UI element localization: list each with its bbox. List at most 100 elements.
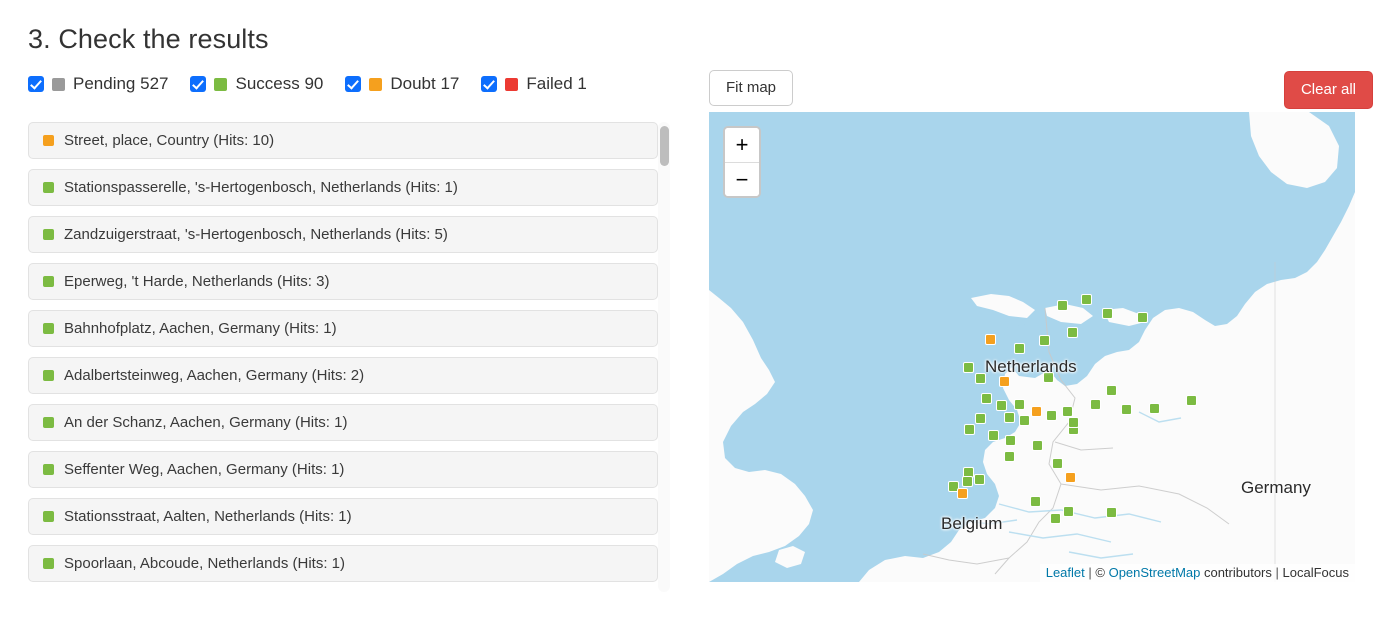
result-status-doubt-icon xyxy=(43,135,54,146)
result-label: Street, place, Country (Hits: 10) xyxy=(64,132,275,149)
result-label: Stationsstraat, Aalten, Netherlands (Hit… xyxy=(64,508,352,525)
map-marker-success[interactable] xyxy=(1067,327,1078,338)
page-title: 3. Check the results xyxy=(28,24,269,54)
map-canvas[interactable]: Netherlands Belgium Germany + − Leaflet | … xyxy=(709,112,1355,582)
fit-map-button[interactable]: Fit map xyxy=(709,70,794,106)
results-scrollbar-thumb[interactable] xyxy=(660,126,669,166)
map-zoom-control[interactable]: + − xyxy=(723,126,761,198)
result-status-success-icon xyxy=(43,370,54,381)
result-item[interactable]: Spoorlaan, Abcoude, Netherlands (Hits: 1… xyxy=(28,545,658,582)
map-marker-success[interactable] xyxy=(1014,399,1025,410)
map-landmass xyxy=(709,112,1355,582)
result-status-success-icon xyxy=(43,229,54,240)
result-item[interactable]: Seffenter Weg, Aachen, Germany (Hits: 1) xyxy=(28,451,658,488)
map-marker-doubt[interactable] xyxy=(999,376,1010,387)
legend-label-success: Success 90 xyxy=(235,74,324,93)
result-label: Bahnhofplatz, Aachen, Germany (Hits: 1) xyxy=(64,320,337,337)
result-label: Eperweg, 't Harde, Netherlands (Hits: 3) xyxy=(64,273,330,290)
map-marker-success[interactable] xyxy=(1039,335,1050,346)
map-marker-success[interactable] xyxy=(981,393,992,404)
map-marker-success[interactable] xyxy=(1019,415,1030,426)
map-marker-success[interactable] xyxy=(1063,506,1074,517)
swatch-success-icon xyxy=(214,77,228,91)
map-marker-success[interactable] xyxy=(1149,403,1160,414)
results-list-scroll[interactable]: Street, place, Country (Hits: 10) Station… xyxy=(28,122,678,592)
map-marker-success[interactable] xyxy=(1005,435,1016,446)
result-label: Stationspasserelle, 's-Hertogenbosch, Ne… xyxy=(64,179,458,196)
result-item[interactable]: Stationspasserelle, 's-Hertogenbosch, Ne… xyxy=(28,169,658,206)
checkbox-success[interactable] xyxy=(190,76,207,92)
result-status-success-icon xyxy=(43,464,54,475)
map-marker-success[interactable] xyxy=(964,424,975,435)
legend-item-pending[interactable]: Pending 527 xyxy=(28,74,168,94)
result-label: Spoorlaan, Abcoude, Netherlands (Hits: 1… xyxy=(64,555,345,572)
map-marker-success[interactable] xyxy=(1057,300,1068,311)
result-label: Adalbertsteinweg, Aachen, Germany (Hits:… xyxy=(64,367,365,384)
map-marker-doubt[interactable] xyxy=(1065,472,1076,483)
legend-item-doubt[interactable]: Doubt 17 xyxy=(345,74,459,94)
openstreetmap-link[interactable]: OpenStreetMap xyxy=(1109,565,1201,580)
result-item[interactable]: An der Schanz, Aachen, Germany (Hits: 1) xyxy=(28,404,658,441)
swatch-failed-icon xyxy=(505,77,519,91)
map-marker-success[interactable] xyxy=(1052,458,1063,469)
result-status-success-icon xyxy=(43,558,54,569)
map-marker-doubt[interactable] xyxy=(1031,406,1042,417)
result-item[interactable]: Street, place, Country (Hits: 10) xyxy=(28,122,658,159)
legend-item-success[interactable]: Success 90 xyxy=(190,74,323,94)
map-marker-success[interactable] xyxy=(1121,404,1132,415)
map-marker-success[interactable] xyxy=(1137,312,1148,323)
map-marker-success[interactable] xyxy=(1004,451,1015,462)
result-item[interactable]: Zandzuigerstraat, 's-Hertogenbosch, Neth… xyxy=(28,216,658,253)
map-marker-success[interactable] xyxy=(1046,410,1057,421)
zoom-out-button[interactable]: − xyxy=(725,162,759,196)
attribution-sep-2: | xyxy=(1271,565,1283,580)
leaflet-link[interactable]: Leaflet xyxy=(1046,565,1085,580)
results-page: 3. Check the results Pending 527 Success… xyxy=(0,0,1400,622)
result-item[interactable]: Eperweg, 't Harde, Netherlands (Hits: 3) xyxy=(28,263,658,300)
result-label: Seffenter Weg, Aachen, Germany (Hits: 1) xyxy=(64,461,345,478)
map-marker-success[interactable] xyxy=(1032,440,1043,451)
map-label-netherlands: Netherlands xyxy=(985,357,1077,376)
result-item[interactable]: Adalbertsteinweg, Aachen, Germany (Hits:… xyxy=(28,357,658,394)
legend-label-failed: Failed 1 xyxy=(526,74,587,93)
legend-label-pending: Pending 527 xyxy=(73,74,169,93)
map-marker-success[interactable] xyxy=(963,362,974,373)
result-item[interactable]: Bahnhofplatz, Aachen, Germany (Hits: 1) xyxy=(28,310,658,347)
checkbox-pending[interactable] xyxy=(28,76,44,92)
map-marker-success[interactable] xyxy=(1102,308,1113,319)
map-marker-success[interactable] xyxy=(988,430,999,441)
map-marker-success[interactable] xyxy=(996,400,1007,411)
map-marker-success[interactable] xyxy=(1030,496,1041,507)
map-marker-success[interactable] xyxy=(1090,399,1101,410)
map-marker-success[interactable] xyxy=(1186,395,1197,406)
legend-item-failed[interactable]: Failed 1 xyxy=(481,74,587,94)
map-label-germany: Germany xyxy=(1241,478,1311,497)
result-status-success-icon xyxy=(43,276,54,287)
map-marker-success[interactable] xyxy=(1050,513,1061,524)
map-marker-success[interactable] xyxy=(1004,412,1015,423)
map-marker-success[interactable] xyxy=(1106,507,1117,518)
page-bottom-spacer xyxy=(0,594,1400,622)
map-marker-success[interactable] xyxy=(962,476,973,487)
result-item[interactable]: Stationsstraat, Aalten, Netherlands (Hit… xyxy=(28,498,658,535)
map-marker-success[interactable] xyxy=(1062,406,1073,417)
checkbox-failed[interactable] xyxy=(481,76,498,92)
status-filter-legend: Pending 527 Success 90 Doubt 17 Failed 1 xyxy=(28,74,609,94)
map-marker-doubt[interactable] xyxy=(985,334,996,345)
map-marker-success[interactable] xyxy=(1081,294,1092,305)
results-scrollbar-track[interactable] xyxy=(658,122,670,592)
swatch-pending-icon xyxy=(52,77,65,91)
map-marker-success[interactable] xyxy=(1014,343,1025,354)
map-label-belgium: Belgium xyxy=(941,514,1003,533)
map-marker-success[interactable] xyxy=(1106,385,1117,396)
map-marker-success[interactable] xyxy=(974,474,985,485)
zoom-in-button[interactable]: + xyxy=(725,128,759,162)
map-marker-success[interactable] xyxy=(1068,417,1079,428)
map-marker-doubt[interactable] xyxy=(957,488,968,499)
results-list[interactable]: Street, place, Country (Hits: 10) Station… xyxy=(28,122,678,592)
clear-all-button[interactable]: Clear all xyxy=(1283,71,1373,109)
map-marker-success[interactable] xyxy=(975,413,986,424)
checkbox-doubt[interactable] xyxy=(345,76,362,92)
attribution-provider: LocalFocus xyxy=(1282,565,1349,580)
result-status-success-icon xyxy=(43,417,54,428)
